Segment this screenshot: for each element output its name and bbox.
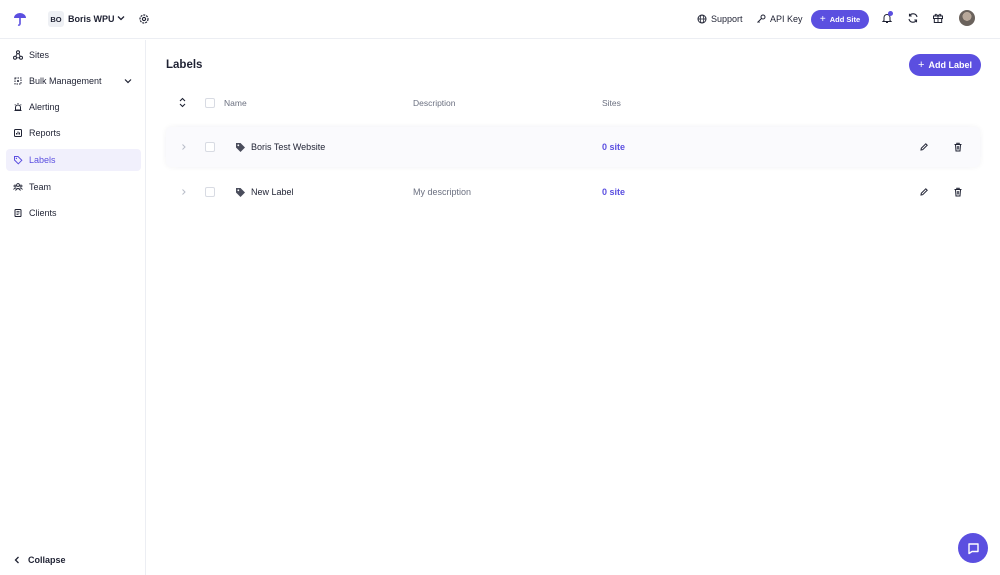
column-header-name: Name xyxy=(224,98,247,108)
sidebar-item-team[interactable]: Team xyxy=(6,176,141,198)
label-sites-link[interactable]: 0 site xyxy=(602,187,625,197)
sidebar-item-reports[interactable]: Reports xyxy=(6,122,141,144)
sidebar-item-label: Labels xyxy=(29,155,56,165)
sidebar-item-bulk-management[interactable]: Bulk Management xyxy=(6,70,141,92)
user-avatar[interactable] xyxy=(959,10,975,26)
tag-icon xyxy=(236,143,245,152)
table-row[interactable]: New Label My description 0 site xyxy=(166,172,980,212)
add-site-label: Add Site xyxy=(829,15,861,24)
team-icon xyxy=(13,183,23,191)
label-name: Boris Test Website xyxy=(251,142,326,152)
trash-icon[interactable] xyxy=(953,187,963,197)
chevron-right-icon[interactable] xyxy=(180,143,187,151)
sidebar: Sites Bulk Management Alerting Reports L… xyxy=(0,40,146,575)
chat-icon xyxy=(967,542,979,554)
workspace-avatar[interactable]: BO xyxy=(48,11,64,27)
row-checkbox[interactable] xyxy=(205,187,215,197)
sidebar-item-clients[interactable]: Clients xyxy=(6,202,141,224)
chevron-right-icon[interactable] xyxy=(180,188,187,196)
support-link[interactable]: Support xyxy=(697,13,743,25)
gift-icon[interactable] xyxy=(932,12,944,24)
refresh-icon[interactable] xyxy=(907,12,919,24)
workspace-name[interactable]: Boris WPU xyxy=(68,14,115,24)
plus-icon: + xyxy=(819,14,826,25)
add-site-button[interactable]: + Add Site xyxy=(811,10,869,29)
plus-icon: + xyxy=(918,59,925,71)
chat-button[interactable] xyxy=(958,533,988,563)
sidebar-item-label: Alerting xyxy=(29,102,60,112)
clients-icon xyxy=(14,209,22,217)
api-key-link[interactable]: API Key xyxy=(756,13,803,25)
trash-icon[interactable] xyxy=(953,142,963,152)
alerting-icon xyxy=(14,103,22,111)
page-title: Labels xyxy=(166,59,203,71)
pencil-icon[interactable] xyxy=(919,187,929,197)
gear-icon[interactable] xyxy=(138,13,150,25)
sort-icon[interactable] xyxy=(178,97,187,108)
table-row[interactable]: Boris Test Website 0 site xyxy=(166,127,980,167)
column-header-sites: Sites xyxy=(602,98,621,108)
bulk-management-icon xyxy=(14,77,22,85)
tag-icon xyxy=(236,188,245,197)
collapse-label: Collapse xyxy=(28,555,66,565)
sidebar-item-sites[interactable]: Sites xyxy=(6,44,141,66)
row-checkbox[interactable] xyxy=(205,142,215,152)
label-description: My description xyxy=(413,187,472,197)
api-key-label: API Key xyxy=(770,14,803,24)
column-header-description: Description xyxy=(413,98,456,108)
add-label-label: Add Label xyxy=(928,60,972,70)
label-sites-link[interactable]: 0 site xyxy=(602,142,625,152)
chevron-down-icon[interactable] xyxy=(116,13,126,23)
collapse-button[interactable]: Collapse xyxy=(6,549,141,571)
tag-icon xyxy=(14,156,23,165)
add-label-button[interactable]: + Add Label xyxy=(909,54,981,76)
logo-icon[interactable] xyxy=(13,12,27,26)
sidebar-item-label: Sites xyxy=(29,50,50,60)
top-bar: BO Boris WPU Support API Key + Add Site xyxy=(0,0,1000,39)
select-all-checkbox[interactable] xyxy=(205,98,215,108)
support-label: Support xyxy=(711,14,743,24)
reports-icon xyxy=(14,129,22,137)
chevron-left-icon xyxy=(14,556,19,564)
sidebar-item-label: Team xyxy=(29,182,52,192)
sidebar-item-labels[interactable]: Labels xyxy=(6,149,141,171)
sidebar-item-label: Clients xyxy=(29,208,57,218)
key-icon xyxy=(757,14,766,23)
chevron-down-icon[interactable] xyxy=(123,76,133,86)
pencil-icon[interactable] xyxy=(919,142,929,152)
sidebar-item-label: Reports xyxy=(29,128,61,138)
sidebar-item-label: Bulk Management xyxy=(29,76,102,86)
globe-icon xyxy=(697,14,707,24)
label-name: New Label xyxy=(251,187,294,197)
sites-icon xyxy=(13,50,23,60)
sidebar-item-alerting[interactable]: Alerting xyxy=(6,96,141,118)
notification-badge xyxy=(888,11,893,16)
